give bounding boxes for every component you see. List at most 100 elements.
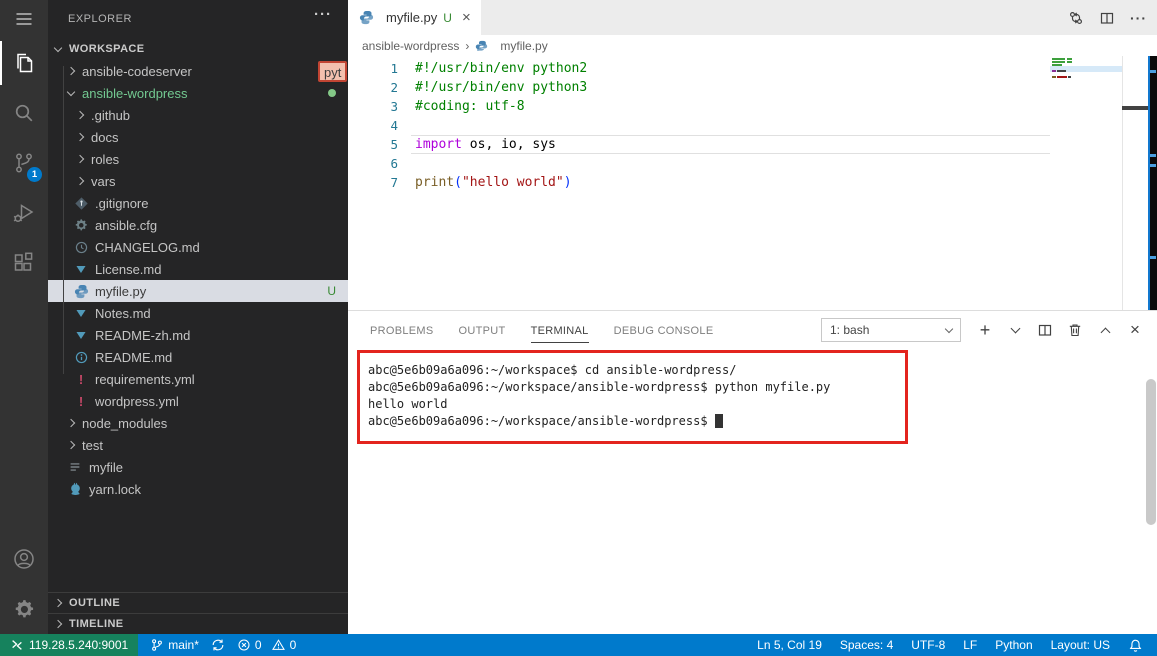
code-line-3[interactable]: 3 #coding: utf-8 <box>348 97 1157 116</box>
chevron-down-icon[interactable] <box>1007 322 1023 338</box>
tree-item-test[interactable]: test <box>48 434 348 456</box>
explorer-sidebar: EXPLORER ··· WORKSPACE ansible-codeserve… <box>48 0 348 634</box>
tree-item-ansible-cfg[interactable]: ansible.cfg <box>48 214 348 236</box>
terminal-output[interactable]: abc@5e6b09a6a096:~/workspace$ cd ansible… <box>368 362 1127 430</box>
breadcrumb-separator: › <box>465 39 470 53</box>
branch-indicator[interactable]: main* <box>150 638 199 652</box>
lines-icon <box>67 459 83 475</box>
tree-item-node-modules[interactable]: node_modules <box>48 412 348 434</box>
status-right: Ln 5, Col 19 Spaces: 4 UTF-8 LF Python Layout… <box>757 638 1157 653</box>
tree-item-yarn-lock[interactable]: yarn.lock <box>48 478 348 500</box>
breadcrumb-folder[interactable]: ansible-wordpress <box>362 39 459 53</box>
chevron-right-icon <box>75 154 85 164</box>
tree-item-label: ansible-wordpress <box>82 85 188 101</box>
more-actions-icon[interactable]: ··· <box>1130 10 1147 26</box>
code-line-4[interactable]: 4 <box>348 116 1157 135</box>
account-icon[interactable] <box>0 534 48 584</box>
split-editor-icon[interactable] <box>1099 10 1115 26</box>
extensions-icon[interactable] <box>0 238 48 288</box>
minimap[interactable] <box>1050 56 1122 310</box>
status-item-python[interactable]: Python <box>995 638 1032 652</box>
panel-header: PROBLEMS OUTPUT TERMINAL DEBUG CONSOLE 1: b… <box>348 311 1157 349</box>
tree-item-notes-md[interactable]: Notes.md <box>48 302 348 324</box>
status-item-layout-us[interactable]: Layout: US <box>1051 638 1110 652</box>
code-line-6[interactable]: 6 <box>348 154 1157 173</box>
tree-item-ansible-wordpress[interactable]: ansible-wordpress <box>48 82 348 104</box>
new-terminal-icon[interactable]: + <box>977 320 993 340</box>
git-modified-dot <box>328 89 336 97</box>
tree-item-readme-md[interactable]: README.md <box>48 346 348 368</box>
tree-item-wordpress-yml[interactable]: ! wordpress.yml <box>48 390 348 412</box>
tree-item-roles[interactable]: roles <box>48 148 348 170</box>
code-line-1[interactable]: 1 #!/usr/bin/env python2 <box>348 59 1157 78</box>
code-line-7[interactable]: 7 print("hello world") <box>348 173 1157 192</box>
terminal-cursor <box>714 414 723 428</box>
tree-item--github[interactable]: .github <box>48 104 348 126</box>
code-text: import os, io, sys <box>415 137 556 152</box>
tree-item-readme-zh-md[interactable]: README-zh.md <box>48 324 348 346</box>
indent-guide <box>63 66 64 374</box>
python-icon <box>475 40 488 53</box>
chevron-right-icon <box>53 598 63 608</box>
panel-tab-terminal[interactable]: TERMINAL <box>530 312 589 348</box>
terminal-select[interactable]: 1: bash <box>821 318 961 342</box>
tree-item-requirements-yml[interactable]: ! requirements.yml <box>48 368 348 390</box>
sidebar-more-icon[interactable]: ··· <box>314 6 332 23</box>
tree-item-changelog-md[interactable]: CHANGELOG.md <box>48 236 348 258</box>
md-icon <box>73 305 89 321</box>
run-debug-icon[interactable] <box>0 188 48 238</box>
settings-gear-icon[interactable] <box>0 584 48 634</box>
maximize-panel-icon[interactable] <box>1097 322 1113 338</box>
code-line-5[interactable]: 5 import os, io, sys <box>348 135 1157 154</box>
editor-actions: ··· <box>1068 0 1147 35</box>
tree-item-label: CHANGELOG.md <box>95 239 200 255</box>
errors-icon <box>238 639 250 651</box>
branch-icon <box>152 639 163 651</box>
close-icon[interactable]: × <box>462 9 471 26</box>
panel-tab-problems[interactable]: PROBLEMS <box>370 312 434 348</box>
tree-item-license-md[interactable]: License.md <box>48 258 348 280</box>
tree-item-label: wordpress.yml <box>95 393 179 409</box>
problems-indicator[interactable]: 0 0 <box>237 638 296 652</box>
tab-myfile-py[interactable]: myfile.py U × <box>348 0 481 35</box>
status-item-lf[interactable]: LF <box>963 638 977 652</box>
code-text: print("hello world") <box>415 175 572 190</box>
terminal-line: abc@5e6b09a6a096:~/workspace/ansible-wor… <box>368 380 831 394</box>
panel-tab-output[interactable]: OUTPUT <box>459 312 506 348</box>
tree-item-label: README.md <box>95 349 173 365</box>
source-control-icon[interactable]: 1 <box>0 138 48 188</box>
sync-button[interactable] <box>211 638 225 652</box>
line-number: 7 <box>390 175 398 190</box>
status-item-utf-8[interactable]: UTF-8 <box>911 638 945 652</box>
notifications-bell-icon[interactable] <box>1128 638 1143 653</box>
code-area[interactable]: 1 #!/usr/bin/env python2 2 #!/usr/bin/env p… <box>348 59 1157 192</box>
chevron-right-icon <box>75 132 85 142</box>
timeline-section[interactable]: TIMELINE <box>48 613 348 634</box>
open-changes-icon[interactable] <box>1068 10 1084 26</box>
split-terminal-icon[interactable] <box>1037 322 1053 338</box>
tree-item-vars[interactable]: vars <box>48 170 348 192</box>
kill-terminal-icon[interactable] <box>1067 322 1083 338</box>
breadcrumb-file[interactable]: myfile.py <box>500 39 547 53</box>
branch-name: main* <box>168 638 199 652</box>
remote-indicator[interactable]: 119.28.5.240:9001 <box>0 634 139 656</box>
tree-item-docs[interactable]: docs <box>48 126 348 148</box>
tree-item-myfile[interactable]: myfile <box>48 456 348 478</box>
status-item-ln-5-col-19[interactable]: Ln 5, Col 19 <box>757 638 822 652</box>
explorer-icon[interactable] <box>0 38 48 88</box>
panel-tab-debug-console[interactable]: DEBUG CONSOLE <box>614 312 714 348</box>
status-item-spaces-4[interactable]: Spaces: 4 <box>840 638 893 652</box>
tree-item-workspace[interactable]: WORKSPACE <box>48 38 348 60</box>
tree-item-label: docs <box>91 129 119 145</box>
outline-section[interactable]: OUTLINE <box>48 592 348 613</box>
close-panel-icon[interactable]: × <box>1127 320 1143 339</box>
chevron-right-icon <box>66 440 76 450</box>
code-line-2[interactable]: 2 #!/usr/bin/env python3 <box>348 78 1157 97</box>
menu-icon[interactable] <box>0 0 48 38</box>
search-icon[interactable] <box>0 88 48 138</box>
tree-item-ansible-codeserver[interactable]: ansible-codeserver <box>48 60 348 82</box>
terminal-scrollbar[interactable] <box>1146 379 1156 525</box>
editor-scrollbar[interactable] <box>1148 56 1157 310</box>
tree-item-myfile-py[interactable]: myfile.py U <box>48 280 348 302</box>
tree-item--gitignore[interactable]: .gitignore <box>48 192 348 214</box>
